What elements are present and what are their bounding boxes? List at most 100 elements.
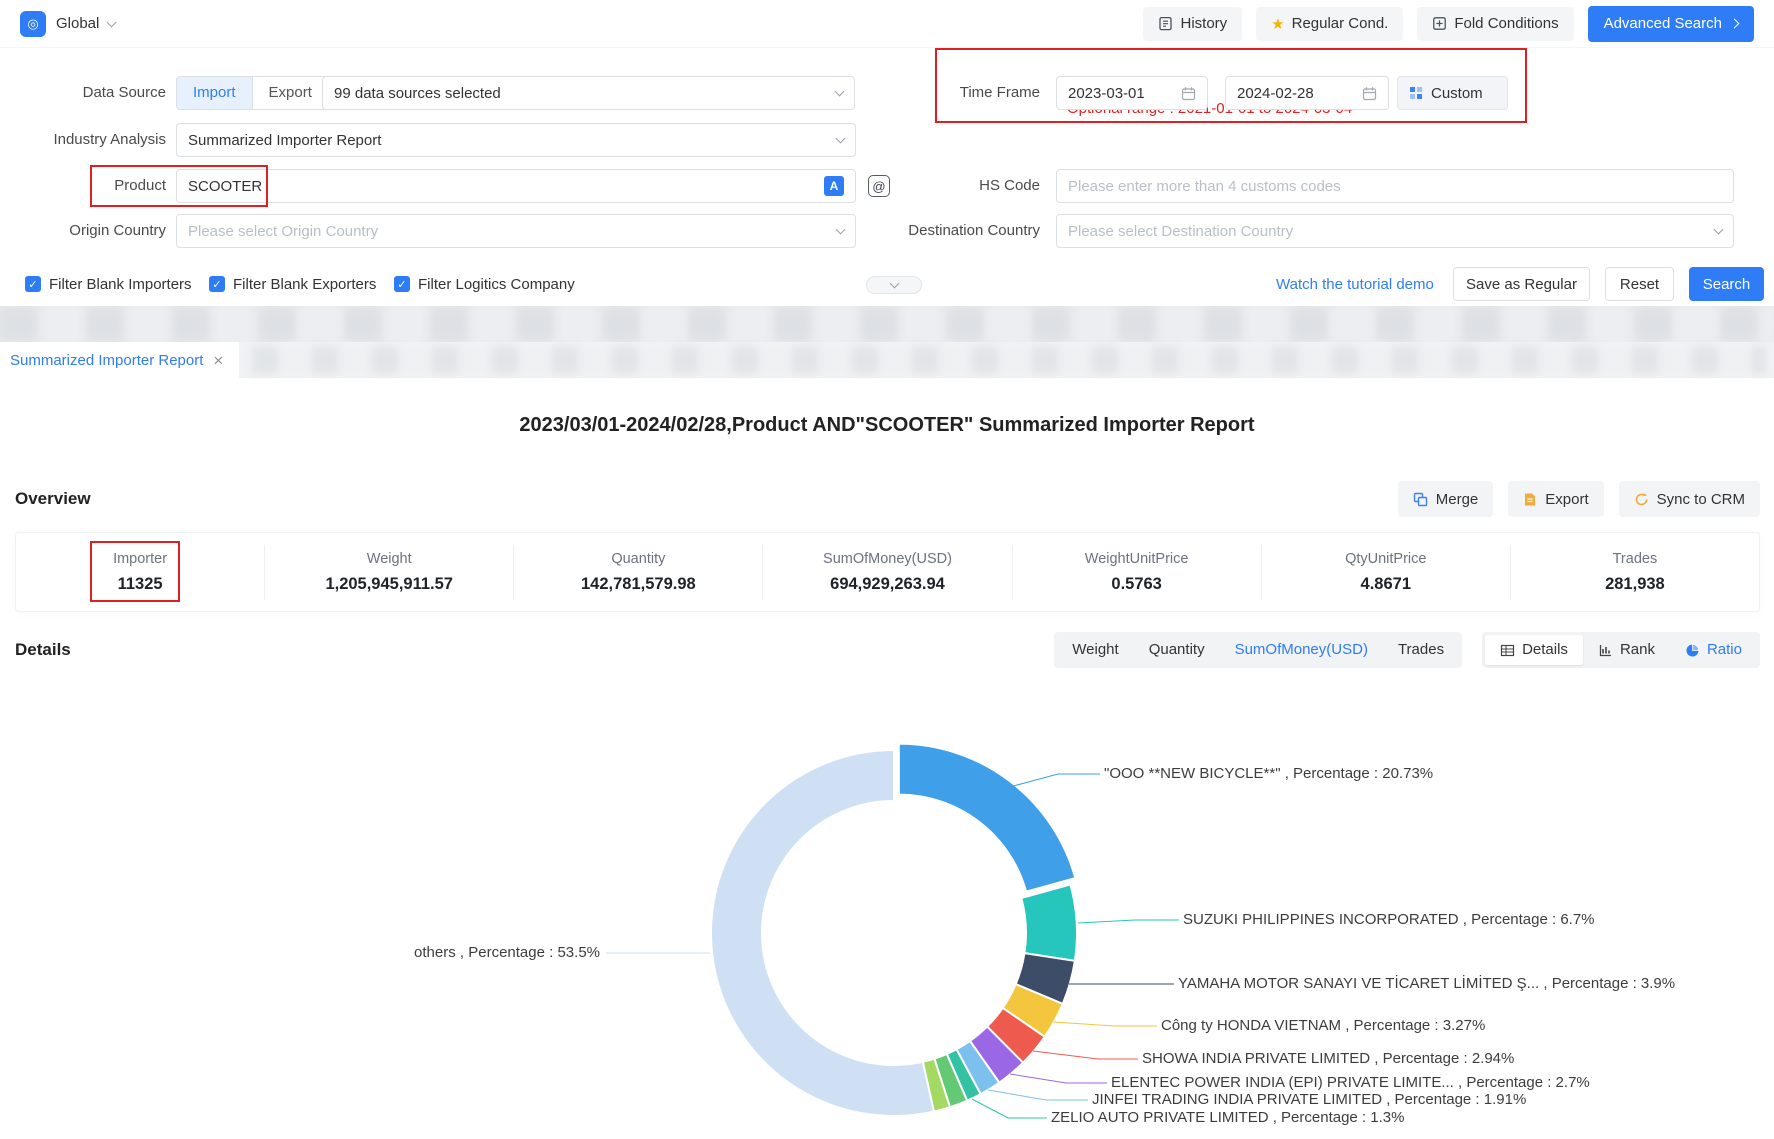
date-to-value: 2024-02-28 <box>1237 85 1314 102</box>
industry-analysis-value: Summarized Importer Report <box>188 132 381 149</box>
filter-blank-exporters-checkbox[interactable]: ✓ Filter Blank Exporters <box>209 275 376 293</box>
hs-code-placeholder: Please enter more than 4 customs codes <box>1068 178 1341 195</box>
export-toggle[interactable]: Export <box>252 77 328 109</box>
stat-label: WeightUnitPrice <box>1013 551 1261 567</box>
pie-label: SUZUKI PHILIPPINES INCORPORATED , Percen… <box>1183 910 1595 930</box>
stat-label: SumOfMoney(USD) <box>763 551 1011 567</box>
filter-blank-importers-label: Filter Blank Importers <box>49 276 192 293</box>
stat-value: 4.8671 <box>1262 575 1510 594</box>
tab-weight[interactable]: Weight <box>1057 635 1133 665</box>
rank-icon <box>1598 643 1613 658</box>
rank-view-label: Rank <box>1620 635 1655 665</box>
label-leader-line <box>988 1090 1088 1100</box>
calendar-icon <box>1362 86 1377 101</box>
details-view-label: Details <box>1522 635 1568 665</box>
date-to-input[interactable]: 2024-02-28 <box>1225 76 1389 110</box>
sync-icon <box>1634 492 1649 507</box>
hs-code-input[interactable]: Please enter more than 4 customs codes <box>1056 169 1734 203</box>
measure-tabs: Weight Quantity SumOfMoney(USD) Trades <box>1054 632 1462 668</box>
export-button[interactable]: Export <box>1508 481 1603 517</box>
sync-to-crm-button[interactable]: Sync to CRM <box>1619 481 1760 517</box>
fold-conditions-button[interactable]: Fold Conditions <box>1417 7 1573 41</box>
stat-value: 694,929,263.94 <box>763 575 1011 594</box>
filter-logistics-company-checkbox[interactable]: ✓ Filter Logitics Company <box>394 275 575 293</box>
overview-stats-card: Importer11325 Weight1,205,945,911.57 Qua… <box>15 532 1760 612</box>
filter-blank-exporters-label: Filter Blank Exporters <box>233 276 376 293</box>
chevron-down-icon <box>836 225 846 235</box>
custom-range-button[interactable]: Custom <box>1397 76 1508 110</box>
chevron-right-icon <box>1730 19 1740 29</box>
pie-slice[interactable] <box>1021 884 1077 960</box>
tab-trades[interactable]: Trades <box>1383 635 1459 665</box>
details-header: Details Weight Quantity SumOfMoney(USD) … <box>15 630 1760 670</box>
pie-label: SHOWA INDIA PRIVATE LIMITED , Percentage… <box>1142 1049 1514 1069</box>
stat-importer: Importer11325 <box>16 545 264 600</box>
stat-quantity: Quantity142,781,579.98 <box>513 545 762 600</box>
tutorial-link[interactable]: Watch the tutorial demo <box>1276 276 1434 293</box>
time-frame-label: Time Frame <box>850 76 1040 110</box>
region-selector[interactable]: Global <box>46 15 115 32</box>
data-source-value: 99 data sources selected <box>334 85 501 102</box>
data-source-label: Data Source <box>0 76 166 110</box>
stat-weight-unit-price: WeightUnitPrice 0.5763 <box>1012 545 1261 600</box>
pie-label: JINFEI TRADING INDIA PRIVATE LIMITED , P… <box>1092 1090 1526 1110</box>
pie-slice[interactable] <box>899 744 1075 892</box>
tab-ratio-view[interactable]: Ratio <box>1670 635 1757 665</box>
overview-header: Overview Merge Export Sync to CRM <box>15 478 1760 520</box>
pie-label: Công ty HONDA VIETNAM , Percentage : 3.2… <box>1161 1016 1485 1036</box>
table-icon <box>1500 643 1515 658</box>
product-input[interactable]: SCOOTER A <box>176 169 856 203</box>
label-leader-line <box>1006 774 1100 788</box>
stat-label: Quantity <box>514 551 762 567</box>
industry-analysis-select[interactable]: Summarized Importer Report <box>176 123 856 157</box>
chevron-down-icon <box>835 87 845 97</box>
tab-details-view[interactable]: Details <box>1485 635 1583 665</box>
regular-cond-button[interactable]: ★ Regular Cond. <box>1256 7 1403 41</box>
chevron-down-icon <box>889 279 899 289</box>
import-toggle[interactable]: Import <box>177 77 252 109</box>
export-label: Export <box>1545 491 1588 508</box>
custom-grid-icon <box>1409 86 1423 100</box>
label-leader-line <box>1010 1074 1107 1083</box>
collapse-form-button[interactable] <box>866 276 922 294</box>
pie-slice[interactable] <box>711 750 934 1116</box>
save-as-regular-button[interactable]: Save as Regular <box>1453 267 1590 301</box>
date-from-input[interactable]: 2023-03-01 <box>1056 76 1208 110</box>
stat-value: 1,205,945,911.57 <box>265 575 513 594</box>
industry-analysis-label: Industry Analysis <box>0 123 166 157</box>
tab-quantity[interactable]: Quantity <box>1134 635 1220 665</box>
checkbox-checked-icon: ✓ <box>209 276 225 292</box>
blurred-content <box>252 346 1766 374</box>
product-label: Product <box>0 169 166 203</box>
translate-icon[interactable]: A <box>824 176 844 196</box>
merge-button[interactable]: Merge <box>1398 481 1494 517</box>
calendar-icon <box>1181 86 1196 101</box>
date-from-value: 2023-03-01 <box>1068 85 1145 102</box>
search-button[interactable]: Search <box>1689 267 1764 301</box>
origin-country-select[interactable]: Please select Origin Country <box>176 214 856 248</box>
custom-label: Custom <box>1431 85 1483 102</box>
tab-summarized-importer-report[interactable]: Summarized Importer Report × <box>0 342 239 378</box>
history-button[interactable]: History <box>1143 7 1242 41</box>
stat-value: 0.5763 <box>1013 575 1261 594</box>
history-label: History <box>1180 15 1227 32</box>
tab-label: Summarized Importer Report <box>10 352 203 369</box>
view-tabs: Details Rank Ratio <box>1482 632 1760 668</box>
report-title: 2023/03/01-2024/02/28,Product AND"SCOOTE… <box>0 414 1774 437</box>
stat-label: Trades <box>1511 551 1759 567</box>
filter-logistics-company-label: Filter Logitics Company <box>418 276 575 293</box>
tab-rank-view[interactable]: Rank <box>1583 635 1670 665</box>
app-logo: ◎ <box>20 11 46 37</box>
data-source-select[interactable]: 99 data sources selected <box>322 76 855 110</box>
advanced-search-button[interactable]: Advanced Search <box>1588 6 1754 42</box>
label-leader-line <box>1033 1051 1138 1059</box>
pie-label: YAMAHA MOTOR SANAYI VE TİCARET LİMİTED Ş… <box>1178 974 1675 994</box>
reset-button[interactable]: Reset <box>1605 267 1674 301</box>
filter-blank-importers-checkbox[interactable]: ✓ Filter Blank Importers <box>25 275 192 293</box>
close-icon[interactable]: × <box>213 352 223 369</box>
stat-value: 281,938 <box>1511 575 1759 594</box>
details-heading: Details <box>15 640 71 660</box>
destination-country-select[interactable]: Please select Destination Country <box>1056 214 1734 248</box>
tab-sum-of-money[interactable]: SumOfMoney(USD) <box>1220 635 1383 665</box>
chevron-down-icon <box>107 18 117 28</box>
